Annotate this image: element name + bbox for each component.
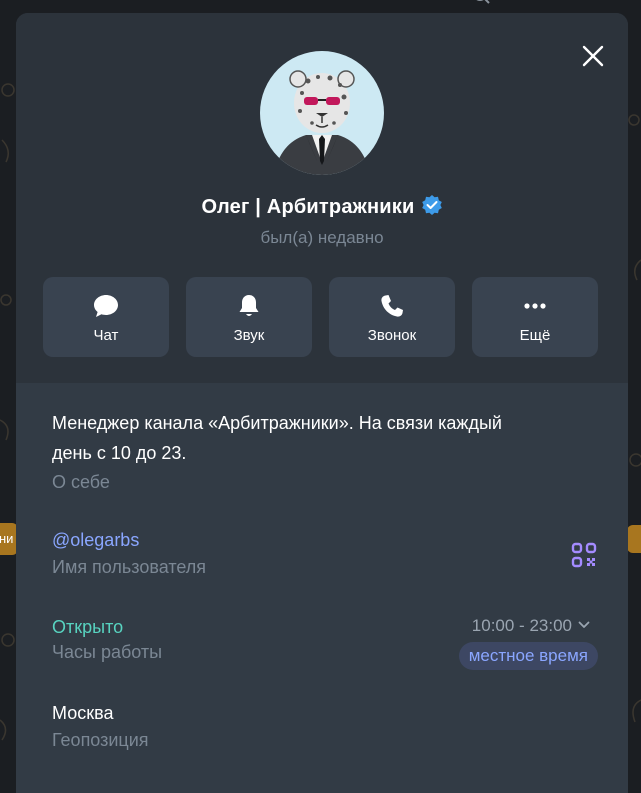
hours-range-toggle[interactable]: 10:00 - 23:00	[472, 616, 590, 636]
bio-line-1: Менеджер канала «Арбитражники». На связи…	[52, 413, 502, 433]
bio-text: Менеджер канала «Арбитражники». На связи…	[52, 408, 608, 468]
location-label: Геопозиция	[52, 730, 149, 750]
qr-code-icon[interactable]	[570, 541, 598, 569]
more-button-label: Ещё	[519, 327, 551, 344]
username-label: Имя пользователя	[52, 557, 207, 577]
sound-button-label: Звук	[233, 327, 265, 344]
location-section[interactable]: Москва Геопозиция	[52, 698, 608, 751]
chat-button-label: Чат	[93, 327, 119, 344]
more-button[interactable]: Ещё	[472, 277, 598, 357]
verified-badge-icon	[421, 195, 442, 215]
close-icon[interactable]	[580, 43, 606, 69]
call-button-label: Звонок	[367, 327, 417, 344]
avatar-image	[274, 70, 370, 175]
bell-icon	[239, 295, 259, 316]
right-tab[interactable]	[627, 525, 641, 553]
window-icon[interactable]	[540, 0, 560, 6]
last-seen-status: был(а) недавно	[260, 228, 384, 247]
bio-line-2: день с 10 до 23.	[52, 443, 187, 463]
chat-button[interactable]: Чат	[43, 277, 169, 357]
search-icon[interactable]	[472, 0, 492, 6]
bio-section[interactable]: Менеджер канала «Арбитражники». На связи…	[52, 408, 608, 493]
location-value: Москва	[52, 703, 114, 723]
more-dots-icon	[524, 303, 546, 309]
username-section[interactable]: @olegarbs Имя пользователя	[52, 525, 608, 578]
action-buttons: Чат Звук Звонок Ещё	[43, 277, 598, 357]
hours-range: 10:00 - 23:00	[471, 616, 572, 635]
sound-button[interactable]: Звук	[186, 277, 312, 357]
profile-panel: Олег | Арбитражники был(а) недавно Чат З…	[16, 13, 628, 793]
call-button[interactable]: Звонок	[329, 277, 455, 357]
username-value[interactable]: @olegarbs	[52, 525, 608, 555]
profile-name: Олег | Арбитражники	[201, 196, 415, 218]
chat-bubble-icon	[94, 295, 118, 317]
left-tab-text: ни	[0, 531, 14, 546]
bio-label: О себе	[52, 472, 110, 492]
phone-icon	[381, 295, 403, 317]
avatar[interactable]	[260, 51, 384, 175]
chevron-down-icon	[578, 621, 590, 628]
local-time-toggle[interactable]: местное время	[458, 642, 598, 670]
profile-name-row: Олег | Арбитражники	[16, 194, 628, 219]
